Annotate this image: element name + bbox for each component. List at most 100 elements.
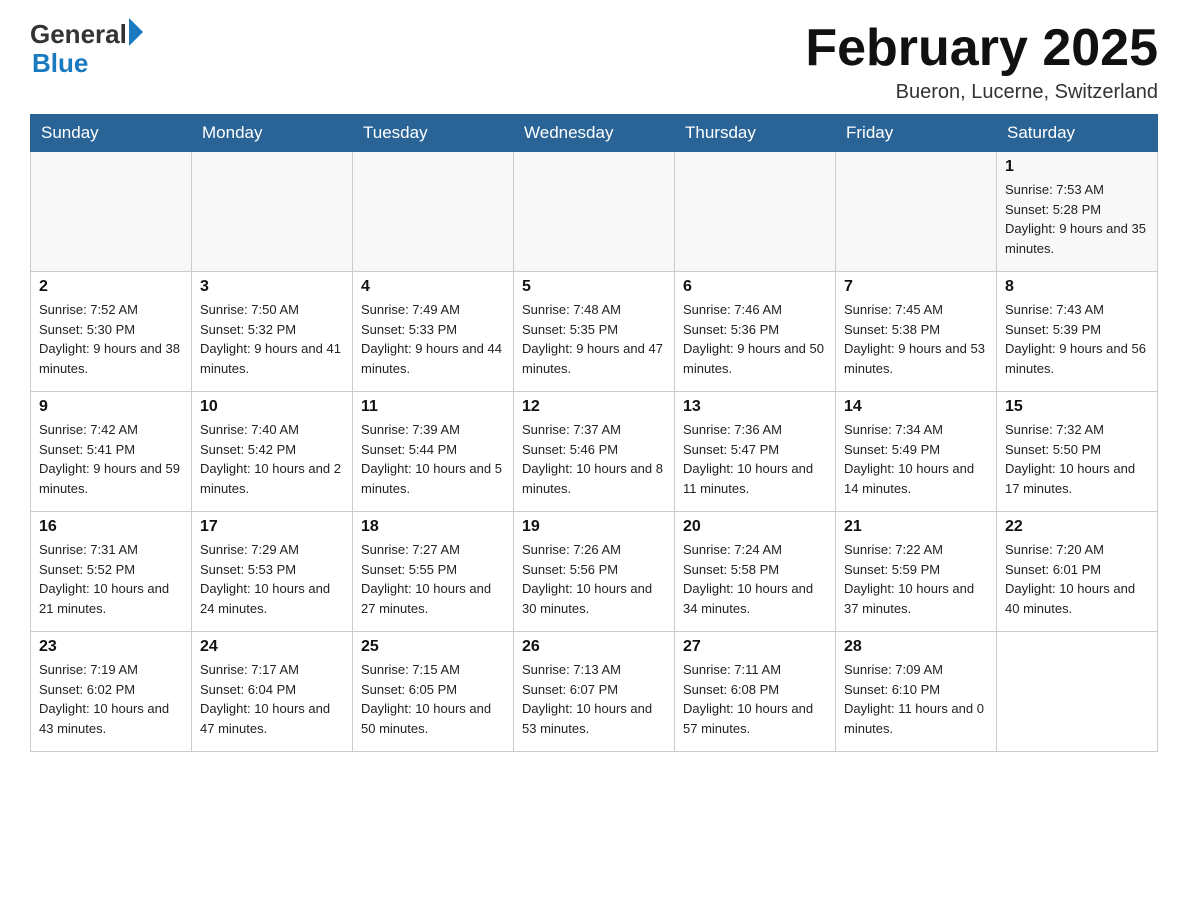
day-number: 15 (1005, 398, 1149, 416)
location-title: Bueron, Lucerne, Switzerland (805, 81, 1158, 104)
calendar-table: SundayMondayTuesdayWednesdayThursdayFrid… (30, 114, 1158, 752)
calendar-cell: 26 Sunrise: 7:13 AMSunset: 6:07 PMDayligh… (514, 632, 675, 752)
calendar-cell (31, 152, 192, 272)
calendar-cell (514, 152, 675, 272)
logo-blue-text: Blue (32, 49, 88, 78)
day-number: 12 (522, 398, 666, 416)
day-number: 22 (1005, 518, 1149, 536)
calendar-week-row: 9 Sunrise: 7:42 AMSunset: 5:41 PMDaylight… (31, 392, 1158, 512)
day-info: Sunrise: 7:11 AMSunset: 6:08 PMDaylight:… (683, 660, 827, 738)
day-number: 28 (844, 638, 988, 656)
calendar-cell: 14 Sunrise: 7:34 AMSunset: 5:49 PMDayligh… (836, 392, 997, 512)
day-number: 27 (683, 638, 827, 656)
logo: General Blue (30, 20, 143, 77)
day-number: 3 (200, 278, 344, 296)
logo-triangle-icon (129, 18, 143, 46)
calendar-cell: 19Sunrise: 7:26 AMSunset: 5:56 PMDayligh… (514, 512, 675, 632)
day-number: 26 (522, 638, 666, 656)
weekday-header-thursday: Thursday (675, 115, 836, 152)
day-info: Sunrise: 7:09 AMSunset: 6:10 PMDaylight:… (844, 660, 988, 738)
calendar-cell: 13 Sunrise: 7:36 AMSunset: 5:47 PMDayligh… (675, 392, 836, 512)
calendar-week-row: 23 Sunrise: 7:19 AMSunset: 6:02 PMDayligh… (31, 632, 1158, 752)
calendar-cell: 27 Sunrise: 7:11 AMSunset: 6:08 PMDayligh… (675, 632, 836, 752)
calendar-cell: 15 Sunrise: 7:32 AMSunset: 5:50 PMDayligh… (997, 392, 1158, 512)
calendar-cell: 11Sunrise: 7:39 AMSunset: 5:44 PMDayligh… (353, 392, 514, 512)
day-number: 5 (522, 278, 666, 296)
day-number: 8 (1005, 278, 1149, 296)
day-info: Sunrise: 7:20 AMSunset: 6:01 PMDaylight:… (1005, 540, 1149, 618)
day-info: Sunrise: 7:32 AMSunset: 5:50 PMDaylight:… (1005, 420, 1149, 498)
calendar-cell (675, 152, 836, 272)
day-info: Sunrise: 7:31 AMSunset: 5:52 PMDaylight:… (39, 540, 183, 618)
day-info: Sunrise: 7:37 AMSunset: 5:46 PMDaylight:… (522, 420, 666, 498)
day-info: Sunrise: 7:29 AMSunset: 5:53 PMDaylight:… (200, 540, 344, 618)
calendar-cell: 18 Sunrise: 7:27 AMSunset: 5:55 PMDayligh… (353, 512, 514, 632)
day-number: 14 (844, 398, 988, 416)
day-number: 25 (361, 638, 505, 656)
day-info: Sunrise: 7:46 AMSunset: 5:36 PMDaylight:… (683, 300, 827, 378)
day-number: 1 (1005, 158, 1149, 176)
calendar-cell (836, 152, 997, 272)
title-block: February 2025 Bueron, Lucerne, Switzerla… (805, 20, 1158, 104)
day-number: 6 (683, 278, 827, 296)
day-info: Sunrise: 7:13 AMSunset: 6:07 PMDaylight:… (522, 660, 666, 738)
day-info: Sunrise: 7:15 AMSunset: 6:05 PMDaylight:… (361, 660, 505, 738)
calendar-cell: 3 Sunrise: 7:50 AMSunset: 5:32 PMDaylight… (192, 272, 353, 392)
day-number: 7 (844, 278, 988, 296)
calendar-cell: 23 Sunrise: 7:19 AMSunset: 6:02 PMDayligh… (31, 632, 192, 752)
page-header: General Blue February 2025 Bueron, Lucer… (30, 20, 1158, 104)
weekday-header-tuesday: Tuesday (353, 115, 514, 152)
calendar-cell: 9 Sunrise: 7:42 AMSunset: 5:41 PMDaylight… (31, 392, 192, 512)
day-info: Sunrise: 7:42 AMSunset: 5:41 PMDaylight:… (39, 420, 183, 498)
day-info: Sunrise: 7:27 AMSunset: 5:55 PMDaylight:… (361, 540, 505, 618)
day-info: Sunrise: 7:45 AMSunset: 5:38 PMDaylight:… (844, 300, 988, 378)
day-info: Sunrise: 7:48 AMSunset: 5:35 PMDaylight:… (522, 300, 666, 378)
calendar-week-row: 1 Sunrise: 7:53 AMSunset: 5:28 PMDaylight… (31, 152, 1158, 272)
day-number: 16 (39, 518, 183, 536)
day-number: 19 (522, 518, 666, 536)
calendar-cell: 4 Sunrise: 7:49 AMSunset: 5:33 PMDaylight… (353, 272, 514, 392)
calendar-cell: 2 Sunrise: 7:52 AMSunset: 5:30 PMDaylight… (31, 272, 192, 392)
day-info: Sunrise: 7:19 AMSunset: 6:02 PMDaylight:… (39, 660, 183, 738)
day-number: 2 (39, 278, 183, 296)
calendar-cell: 24Sunrise: 7:17 AMSunset: 6:04 PMDayligh… (192, 632, 353, 752)
calendar-cell: 8 Sunrise: 7:43 AMSunset: 5:39 PMDaylight… (997, 272, 1158, 392)
calendar-cell (192, 152, 353, 272)
calendar-week-row: 2 Sunrise: 7:52 AMSunset: 5:30 PMDaylight… (31, 272, 1158, 392)
day-info: Sunrise: 7:53 AMSunset: 5:28 PMDaylight:… (1005, 180, 1149, 258)
day-number: 24 (200, 638, 344, 656)
day-info: Sunrise: 7:24 AMSunset: 5:58 PMDaylight:… (683, 540, 827, 618)
day-number: 20 (683, 518, 827, 536)
calendar-cell: 10Sunrise: 7:40 AMSunset: 5:42 PMDayligh… (192, 392, 353, 512)
weekday-header-wednesday: Wednesday (514, 115, 675, 152)
calendar-cell: 6 Sunrise: 7:46 AMSunset: 5:36 PMDaylight… (675, 272, 836, 392)
weekday-header-friday: Friday (836, 115, 997, 152)
calendar-cell: 5 Sunrise: 7:48 AMSunset: 5:35 PMDaylight… (514, 272, 675, 392)
calendar-cell: 28 Sunrise: 7:09 AMSunset: 6:10 PMDayligh… (836, 632, 997, 752)
day-number: 13 (683, 398, 827, 416)
day-number: 23 (39, 638, 183, 656)
day-number: 9 (39, 398, 183, 416)
weekday-header-sunday: Sunday (31, 115, 192, 152)
day-number: 17 (200, 518, 344, 536)
day-number: 4 (361, 278, 505, 296)
calendar-week-row: 16 Sunrise: 7:31 AMSunset: 5:52 PMDayligh… (31, 512, 1158, 632)
calendar-cell (997, 632, 1158, 752)
day-info: Sunrise: 7:50 AMSunset: 5:32 PMDaylight:… (200, 300, 344, 378)
calendar-header-row: SundayMondayTuesdayWednesdayThursdayFrid… (31, 115, 1158, 152)
day-number: 18 (361, 518, 505, 536)
day-info: Sunrise: 7:52 AMSunset: 5:30 PMDaylight:… (39, 300, 183, 378)
calendar-cell: 1 Sunrise: 7:53 AMSunset: 5:28 PMDaylight… (997, 152, 1158, 272)
calendar-cell: 16 Sunrise: 7:31 AMSunset: 5:52 PMDayligh… (31, 512, 192, 632)
day-info: Sunrise: 7:34 AMSunset: 5:49 PMDaylight:… (844, 420, 988, 498)
day-info: Sunrise: 7:22 AMSunset: 5:59 PMDaylight:… (844, 540, 988, 618)
calendar-cell: 17 Sunrise: 7:29 AMSunset: 5:53 PMDayligh… (192, 512, 353, 632)
calendar-cell: 22 Sunrise: 7:20 AMSunset: 6:01 PMDayligh… (997, 512, 1158, 632)
calendar-cell: 21Sunrise: 7:22 AMSunset: 5:59 PMDayligh… (836, 512, 997, 632)
day-info: Sunrise: 7:49 AMSunset: 5:33 PMDaylight:… (361, 300, 505, 378)
day-info: Sunrise: 7:36 AMSunset: 5:47 PMDaylight:… (683, 420, 827, 498)
logo-general-text: General (30, 20, 127, 49)
day-info: Sunrise: 7:43 AMSunset: 5:39 PMDaylight:… (1005, 300, 1149, 378)
day-number: 10 (200, 398, 344, 416)
weekday-header-monday: Monday (192, 115, 353, 152)
